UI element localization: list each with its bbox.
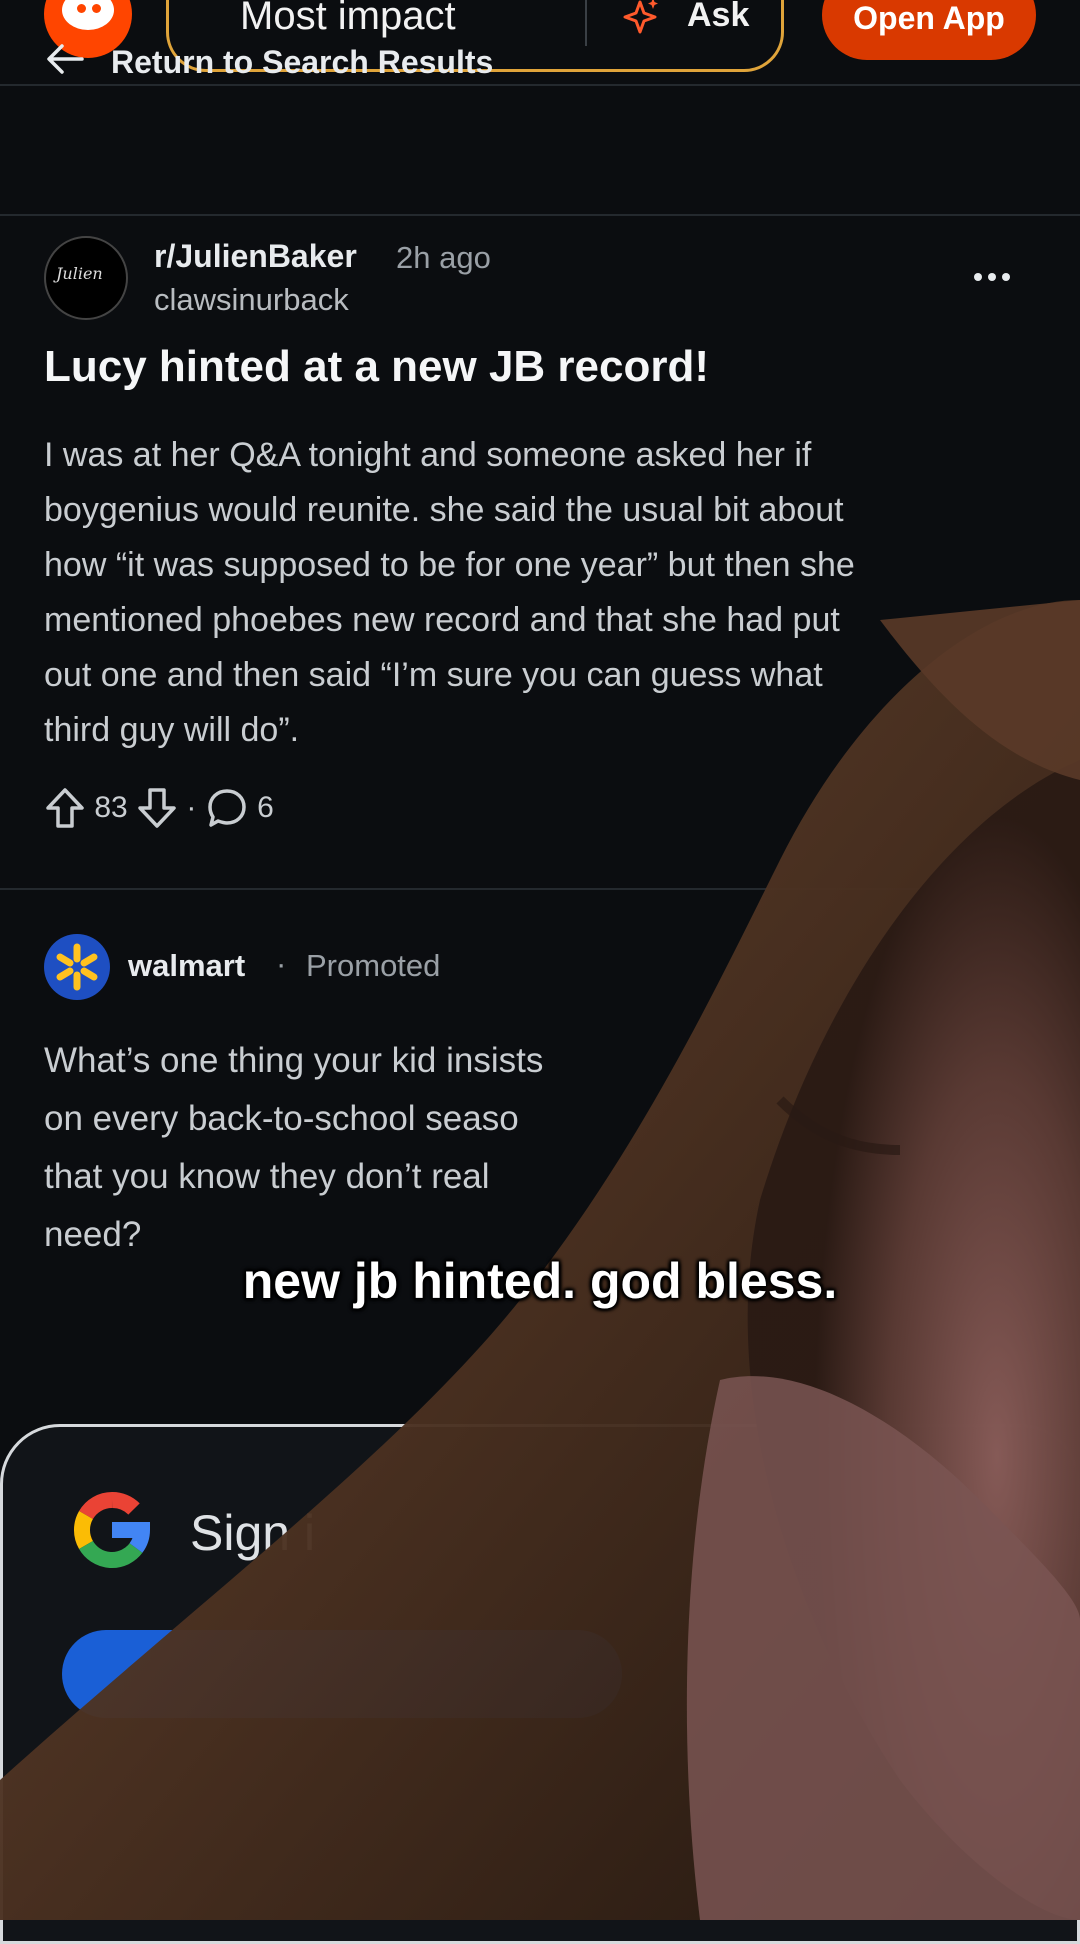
- arrow-down-icon[interactable]: [136, 786, 178, 830]
- google-signin-button[interactable]: [62, 1630, 622, 1718]
- ad-text-line: that you know they don’t real: [44, 1157, 490, 1196]
- arrow-up-icon[interactable]: [44, 786, 86, 830]
- post-body-line: third guy will do”.: [44, 711, 300, 749]
- comment-bubble-icon[interactable]: [205, 786, 249, 830]
- ad-text-line: on every back-to-school seaso: [44, 1099, 519, 1138]
- search-query-text[interactable]: Most impact: [240, 0, 456, 39]
- vote-separator: ·: [186, 791, 197, 824]
- back-row[interactable]: [0, 86, 1080, 216]
- post-body-line: how “it was supposed to be for one year”…: [44, 546, 855, 584]
- subreddit-name[interactable]: r/JulienBaker: [154, 238, 357, 275]
- comment-count: 6: [257, 791, 274, 824]
- arrow-left-icon[interactable]: [44, 38, 86, 80]
- return-to-search-link[interactable]: Return to Search Results: [111, 44, 493, 81]
- subreddit-avatar[interactable]: Julien: [44, 236, 128, 320]
- post-title[interactable]: Lucy hinted at a new JB record!: [44, 342, 709, 392]
- advertiser-name[interactable]: walmart: [128, 948, 245, 984]
- post-body[interactable]: I was at her Q&A tonight and someone ask…: [44, 428, 1024, 758]
- open-app-label: Open App: [853, 0, 1005, 36]
- post-timestamp: 2h ago: [396, 240, 491, 275]
- ad-text[interactable]: What’s one thing your kid insists on eve…: [44, 1032, 624, 1264]
- video-caption: new jb hinted. god bless.: [242, 1253, 838, 1309]
- divider: [0, 888, 1080, 890]
- vote-row: 83 · 6: [44, 786, 274, 836]
- upvote-count: 83: [94, 791, 128, 824]
- search-divider: [585, 0, 587, 46]
- walmart-spark-icon[interactable]: [44, 934, 110, 1000]
- more-horizontal-icon[interactable]: [972, 270, 1012, 284]
- post-body-line: boygenius would reunite. she said the us…: [44, 491, 844, 529]
- ad-separator: ·: [276, 946, 287, 981]
- post-body-line: mentioned phoebes new record and that sh…: [44, 601, 840, 639]
- google-icon: [74, 1491, 151, 1568]
- signin-label: Sign i: [190, 1505, 316, 1561]
- post-body-line: out one and then said “I’m sure you can …: [44, 656, 823, 694]
- sparkle-icon[interactable]: [622, 0, 662, 36]
- open-app-button[interactable]: Open App: [822, 0, 1036, 60]
- promoted-label: Promoted: [306, 948, 441, 983]
- ad-text-line: What’s one thing your kid insists: [44, 1041, 544, 1080]
- post-author[interactable]: clawsinurback: [154, 282, 349, 318]
- ask-button-label[interactable]: Ask: [687, 0, 749, 35]
- post-body-line: I was at her Q&A tonight and someone ask…: [44, 436, 812, 474]
